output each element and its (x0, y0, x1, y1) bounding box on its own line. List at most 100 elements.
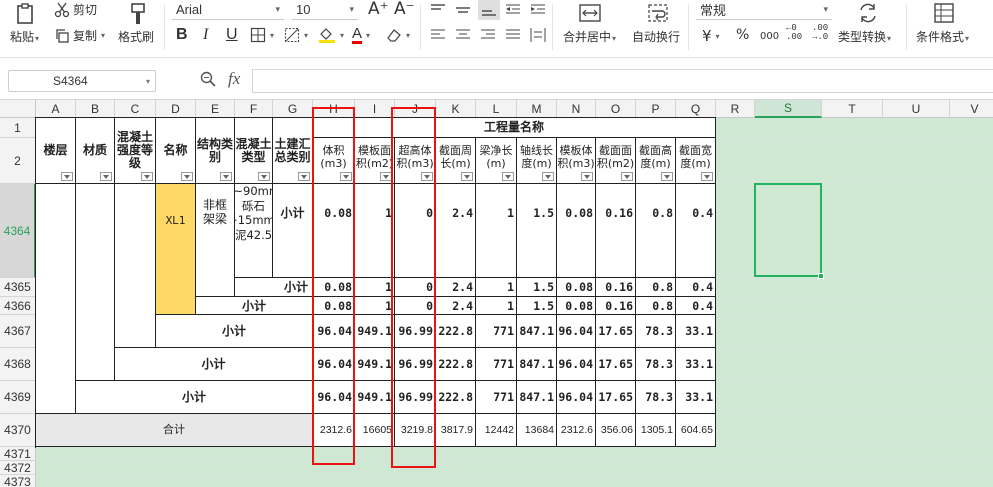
wrap-text-icon[interactable] (646, 2, 670, 26)
row-header-4372[interactable]: 4372 (0, 461, 36, 475)
column-header-m[interactable]: M (517, 100, 557, 118)
cell-4366-5-text: 1.5 (533, 298, 554, 313)
decrease-font-icon[interactable]: A⁻ (394, 1, 415, 18)
border-button[interactable]: ▾ (250, 27, 274, 43)
cell-4369-5: 847.1 (517, 381, 557, 414)
filter-dropdown-icon[interactable] (661, 172, 673, 181)
spreadsheet-grid[interactable]: ABCDEFGHIJKLMNOPQRSTUV 1 2 4364 4365 4366 436… (0, 100, 993, 487)
increase-font-icon[interactable]: A⁺ (368, 1, 389, 18)
italic-button[interactable]: I (203, 27, 208, 43)
column-header-g[interactable]: G (273, 100, 313, 118)
increase-indent-icon[interactable] (530, 3, 546, 20)
percent-button[interactable]: % (736, 27, 749, 43)
filter-dropdown-icon[interactable] (581, 172, 593, 181)
column-header-s[interactable]: S (755, 100, 822, 118)
fill-color-button[interactable]: ▾ (318, 27, 344, 43)
conditional-format-icon[interactable] (932, 2, 956, 26)
column-header-r[interactable]: R (716, 100, 755, 118)
function-icon[interactable]: fx (228, 69, 240, 89)
column-header-n[interactable]: N (557, 100, 596, 118)
paste-icon[interactable] (14, 2, 38, 26)
column-header-v[interactable]: V (950, 100, 993, 118)
align-right-icon[interactable] (480, 28, 496, 45)
filter-dropdown-icon[interactable] (181, 172, 193, 181)
decrease-indent-icon[interactable] (505, 3, 521, 20)
filter-dropdown-icon[interactable] (220, 172, 232, 181)
type-convert-button[interactable]: 类型转换▾ (838, 28, 891, 45)
column-header-b[interactable]: B (76, 100, 115, 118)
wrap-text-button[interactable]: 自动换行 (632, 28, 680, 45)
cell-4367-5: 847.1 (517, 315, 557, 348)
format-painter-icon[interactable] (126, 2, 150, 26)
filter-dropdown-icon[interactable] (258, 172, 270, 181)
align-middle-icon[interactable] (455, 3, 471, 20)
row-header-4369[interactable]: 4369 (0, 381, 36, 414)
column-header-o[interactable]: O (596, 100, 636, 118)
column-header-q[interactable]: Q (676, 100, 716, 118)
row-header-2[interactable]: 2 (0, 138, 36, 184)
clear-button[interactable]: ▾ (386, 27, 410, 43)
column-header-l[interactable]: L (476, 100, 517, 118)
subtotal-4366: 小计 (196, 297, 313, 315)
increase-decimal-icon[interactable]: ←0.00 (786, 24, 802, 42)
font-name-select[interactable]: Arial ▾ (172, 0, 284, 20)
font-color-button[interactable]: A ▾ (352, 26, 370, 44)
row-header-4366[interactable]: 4366 (0, 297, 36, 315)
row-header-4368[interactable]: 4368 (0, 348, 36, 381)
paste-button[interactable]: 粘贴▾ (10, 28, 39, 45)
row-header-4364[interactable]: 4364 (0, 184, 36, 278)
column-header-a[interactable]: A (36, 100, 76, 118)
row-header-1[interactable]: 1 (0, 118, 36, 138)
selected-cell[interactable] (754, 183, 824, 279)
filter-dropdown-icon[interactable] (701, 172, 713, 181)
type-convert-icon[interactable] (856, 2, 880, 26)
fill-handle[interactable] (818, 273, 824, 279)
cut-button[interactable]: 剪切 (54, 1, 97, 18)
row-header-4370[interactable]: 4370 (0, 414, 36, 447)
select-all-corner[interactable] (0, 100, 36, 118)
column-header-f[interactable]: F (235, 100, 273, 118)
bold-button[interactable]: B (176, 27, 188, 43)
align-top-icon[interactable] (430, 3, 446, 20)
row-header-4367[interactable]: 4367 (0, 315, 36, 348)
column-header-k[interactable]: K (436, 100, 476, 118)
justify-icon[interactable] (505, 28, 521, 45)
column-header-u[interactable]: U (883, 100, 950, 118)
filter-dropdown-icon[interactable] (298, 172, 310, 181)
number-format-select[interactable]: 常规 ▾ (696, 0, 832, 20)
formula-input[interactable] (252, 69, 993, 93)
column-header-e[interactable]: E (196, 100, 235, 118)
filter-dropdown-icon[interactable] (461, 172, 473, 181)
align-center-icon[interactable] (455, 28, 471, 45)
currency-button[interactable]: ¥ ▾ (702, 27, 720, 45)
row-header-4365[interactable]: 4365 (0, 278, 36, 297)
merge-center-icon[interactable] (578, 2, 602, 26)
underline-button[interactable]: U (226, 27, 238, 43)
column-header-i[interactable]: I (355, 100, 395, 118)
conditional-format-button[interactable]: 条件格式▾ (916, 28, 969, 45)
column-header-d[interactable]: D (156, 100, 196, 118)
align-left-icon[interactable] (430, 28, 446, 45)
name-box[interactable]: S4364 ▾ (8, 70, 156, 92)
font-size-select[interactable]: 10 ▾ (292, 0, 358, 20)
merge-center-button[interactable]: 合并居中▾ (563, 28, 616, 45)
zoom-search-icon[interactable] (200, 71, 216, 90)
fill-style-button[interactable]: ▾ (284, 27, 308, 43)
filter-dropdown-icon[interactable] (542, 172, 554, 181)
column-header-p[interactable]: P (636, 100, 676, 118)
filter-dropdown-icon[interactable] (100, 172, 112, 181)
thousands-button[interactable]: 000 (760, 29, 779, 45)
copy-button[interactable]: 复制 ▾ (54, 27, 105, 44)
column-header-t[interactable]: T (822, 100, 883, 118)
column-header-c[interactable]: C (115, 100, 156, 118)
decrease-decimal-icon[interactable]: .00 →.0 (812, 24, 828, 42)
row-header-4373[interactable]: 4373 (0, 475, 36, 487)
format-painter-button[interactable]: 格式刷 (118, 28, 154, 45)
row-header-4371[interactable]: 4371 (0, 447, 36, 461)
distributed-icon[interactable] (530, 27, 546, 46)
filter-dropdown-icon[interactable] (502, 172, 514, 181)
filter-dropdown-icon[interactable] (141, 172, 153, 181)
filter-dropdown-icon[interactable] (621, 172, 633, 181)
filter-dropdown-icon[interactable] (61, 172, 73, 181)
align-bottom-icon[interactable] (478, 0, 500, 20)
